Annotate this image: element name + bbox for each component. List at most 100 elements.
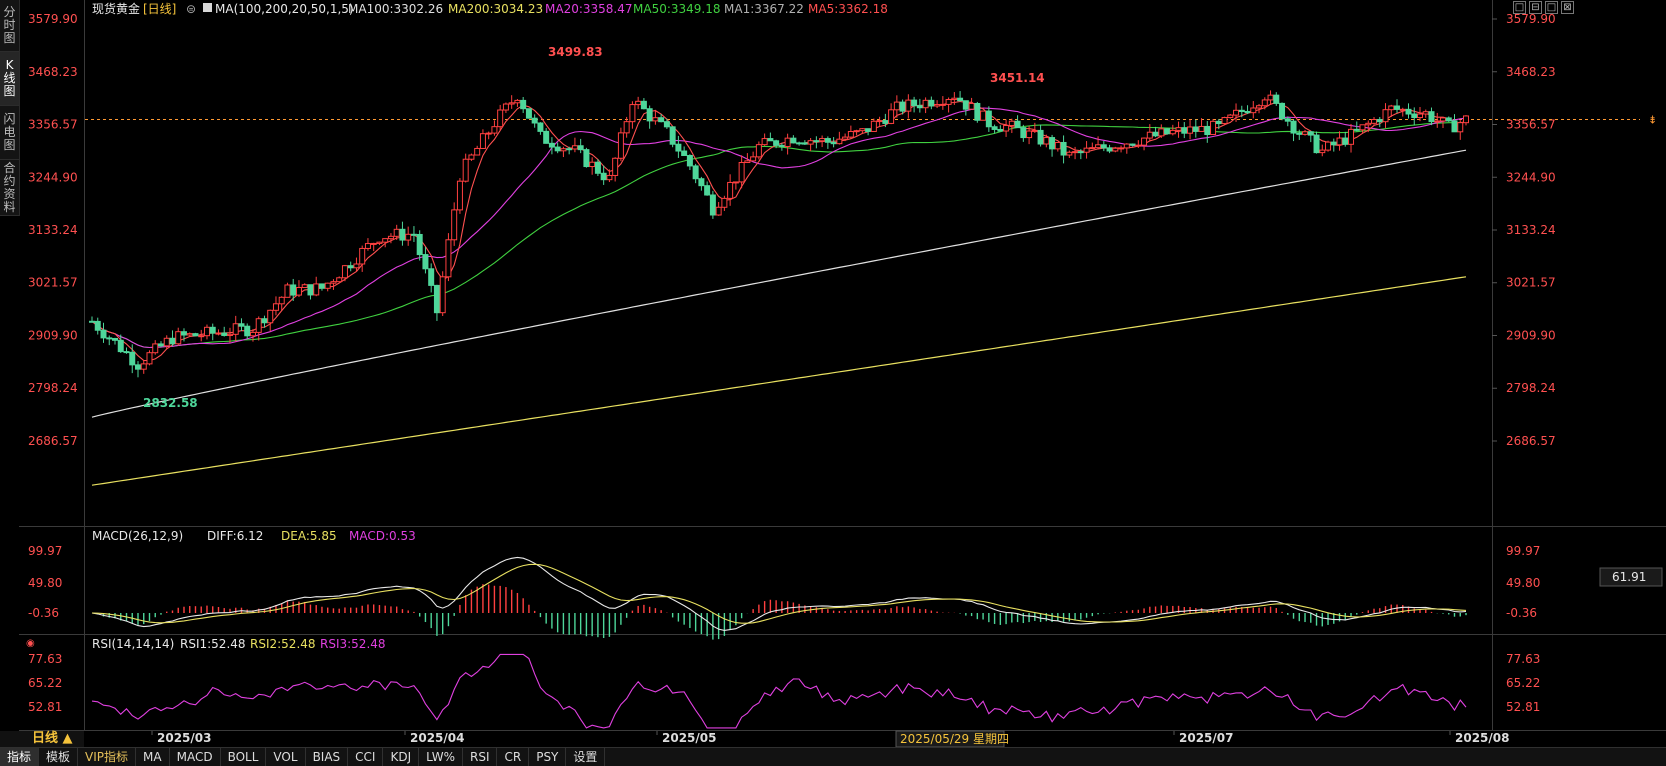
candle-body — [870, 120, 877, 132]
candle-body — [640, 100, 647, 110]
tab-11[interactable]: RSI — [463, 748, 498, 766]
candle-body — [232, 323, 239, 335]
candle-body — [1250, 107, 1257, 114]
candle-body — [1152, 131, 1159, 137]
ma20-value: MA20:3358.47 — [545, 2, 633, 16]
price-tick-left: 3021.57 — [28, 276, 78, 290]
candle-body — [583, 149, 590, 168]
tab-8[interactable]: CCI — [348, 748, 384, 766]
tab-4[interactable]: MACD — [170, 748, 221, 766]
window-button-1-icon[interactable]: ⊟ — [1529, 1, 1542, 14]
candle-body — [330, 281, 337, 284]
candle-body — [968, 102, 975, 110]
tab-13[interactable]: PSY — [529, 748, 567, 766]
candle-body — [893, 101, 900, 111]
tab-5[interactable]: BOLL — [221, 748, 267, 766]
price-tick-left: 3356.57 — [28, 117, 78, 131]
candle-body — [1060, 141, 1067, 156]
candle-body — [1049, 137, 1056, 150]
candle-body — [1348, 128, 1355, 145]
candle-body — [727, 181, 734, 199]
time-label-apr: 2025/04 — [410, 731, 464, 745]
candle-body — [238, 323, 245, 327]
candle-body — [520, 99, 527, 110]
candle-body — [686, 155, 693, 167]
candle-body — [1077, 151, 1084, 154]
rsi3-value: RSI3:52.48 — [320, 637, 386, 651]
tab-1[interactable]: 模板 — [39, 748, 79, 766]
macd-tick-right: 99.97 — [1506, 544, 1540, 558]
candle-body — [468, 154, 475, 160]
candle-body — [1382, 109, 1389, 123]
candle-body — [704, 185, 711, 196]
candle-body — [439, 276, 446, 314]
candle-body — [1158, 128, 1165, 137]
candle-body — [180, 331, 187, 336]
candle-body — [571, 145, 578, 150]
window-controls: □ ⊟ □ ⊠ — [1513, 1, 1574, 14]
candle-body — [295, 287, 302, 296]
candle-body — [773, 140, 780, 146]
candle-body — [1106, 147, 1113, 152]
candle-body — [732, 181, 739, 184]
tab-6[interactable]: VOL — [266, 748, 306, 766]
settings-icon[interactable]: ⊜ — [186, 2, 196, 16]
candle-body — [675, 143, 682, 152]
candle-body — [606, 174, 613, 181]
candle-body — [1054, 141, 1061, 150]
tab-10[interactable]: LW% — [419, 748, 463, 766]
candle-body — [1440, 117, 1447, 122]
candle-body — [1066, 151, 1073, 156]
tab-9[interactable]: KDJ — [383, 748, 420, 766]
chart-area[interactable]: 现货黄金 [日线] ⊜ MA(100,200,20,50,1,5) MA100:… — [0, 0, 1666, 747]
tab-3[interactable]: MA — [136, 748, 170, 766]
candle-body — [859, 128, 866, 132]
macd-current-value: 61.91 — [1612, 570, 1646, 584]
candle-body — [767, 138, 774, 142]
candle-body — [192, 333, 199, 337]
candle-body — [836, 138, 843, 145]
candle-body — [1100, 144, 1107, 149]
candle-body — [1267, 94, 1274, 101]
candle-body — [226, 333, 233, 336]
rsi-title: RSI(14,14,14) — [92, 637, 174, 651]
candle-body — [169, 337, 176, 345]
tab-12[interactable]: CR — [497, 748, 530, 766]
candle-body — [876, 120, 883, 123]
candle-body — [106, 337, 113, 340]
candle-body — [318, 283, 325, 289]
period-selector[interactable]: 日线 ▲ — [0, 731, 84, 747]
candle-body — [1244, 110, 1251, 114]
candle-body — [301, 284, 308, 289]
candle-body — [957, 97, 964, 102]
tab-7[interactable]: BIAS — [306, 748, 349, 766]
candle-body — [485, 132, 492, 135]
window-button-2-icon[interactable]: □ — [1545, 1, 1558, 14]
macd-tick-right: -0.36 — [1506, 606, 1537, 620]
candle-body — [1198, 125, 1205, 132]
candle-body — [617, 132, 624, 159]
tab-2[interactable]: VIP指标 — [78, 748, 137, 766]
candle-body — [1405, 108, 1412, 115]
candle-body — [715, 206, 722, 216]
candle-body — [1434, 120, 1441, 123]
window-button-3-icon[interactable]: ⊠ — [1561, 1, 1574, 14]
candle-body — [991, 126, 998, 130]
candle-body — [387, 235, 394, 240]
tab-0[interactable]: 指标 — [0, 748, 40, 766]
candle-body — [497, 109, 504, 128]
tab-14[interactable]: 设置 — [566, 748, 606, 766]
candle-body — [1445, 117, 1452, 122]
candle-body — [479, 133, 486, 149]
rsi-tick-left: 77.63 — [28, 652, 62, 666]
candle-body — [370, 242, 377, 245]
indicator-tab-bar: 指标 模板 VIP指标 MA MACD BOLL VOL BIAS CCI KDJ LW% RSI CR… — [0, 747, 1666, 766]
candle-body — [209, 326, 216, 334]
rsi-tick-right: 65.22 — [1506, 676, 1540, 690]
rsi-pane-icon[interactable]: ◉ — [26, 638, 35, 649]
candle-body — [612, 157, 619, 176]
rsi-tick-right: 77.63 — [1506, 652, 1540, 666]
window-button-0-icon[interactable]: □ — [1513, 1, 1526, 14]
macd-dea-line — [91, 563, 1467, 624]
candle-body — [255, 318, 262, 333]
